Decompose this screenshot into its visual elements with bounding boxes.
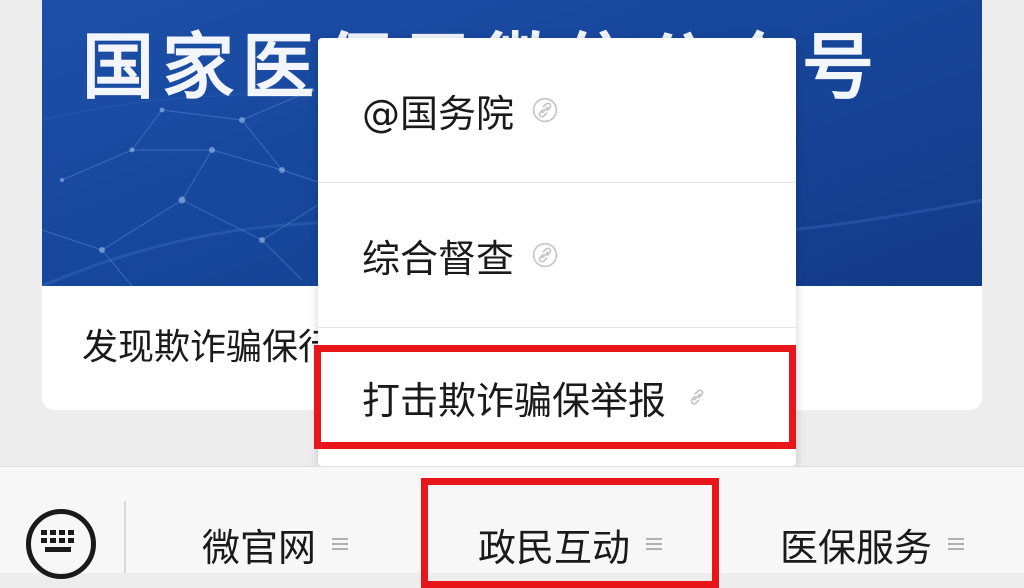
tab-micro-website[interactable]: 微官网: [130, 515, 420, 573]
keyboard-toggle-button[interactable]: [26, 509, 96, 579]
menu-lines-icon: [332, 538, 348, 550]
tab-label: 微官网: [201, 525, 316, 570]
link-icon: [690, 389, 704, 405]
menu-item-fraud-report[interactable]: 打击欺诈骗保举报: [318, 328, 796, 466]
menu-item-label: @国务院: [362, 91, 515, 136]
keyboard-icon: [41, 530, 74, 552]
menu-item-label: 打击欺诈骗保举报: [362, 378, 667, 423]
bottom-menu-bar: 微官网 政民互动 医保服务: [0, 466, 1024, 579]
link-icon: [532, 242, 558, 268]
tab-label: 医保服务: [779, 525, 932, 570]
tab-separator: [124, 501, 126, 573]
tab-label: 政民互动: [477, 525, 630, 570]
menu-lines-icon: [646, 538, 662, 550]
menu-item-comprehensive-inspection[interactable]: 综合督查: [318, 183, 796, 327]
popup-menu: @国务院 综合督查 打击欺诈骗保举报: [318, 38, 796, 466]
menu-lines-icon: [948, 538, 964, 550]
tab-medical-insurance-services[interactable]: 医保服务: [720, 515, 1024, 573]
menu-item-state-council[interactable]: @国务院: [318, 38, 796, 182]
link-icon: [532, 97, 558, 123]
menu-item-label: 综合督查: [362, 236, 515, 281]
tab-government-interaction[interactable]: 政民互动: [420, 515, 720, 573]
